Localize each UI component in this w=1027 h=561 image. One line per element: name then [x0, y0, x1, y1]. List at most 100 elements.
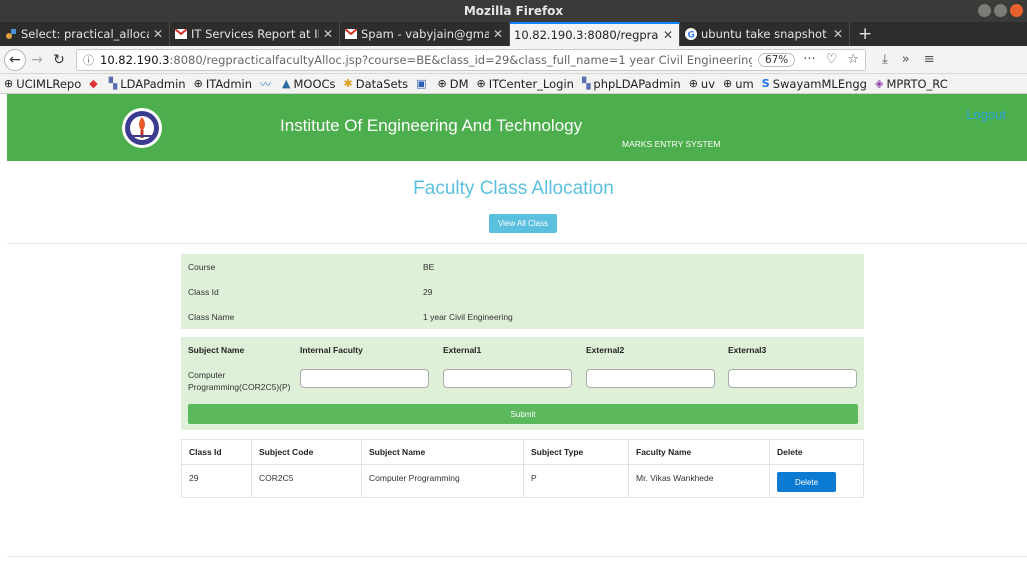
subject-name-cell: Computer Programming(COR2C5)(P) [188, 370, 291, 392]
faculty-allocation-form: Subject Name Internal Faculty External1 … [181, 337, 864, 430]
external3-input[interactable] [728, 369, 857, 388]
bookmark-calendar[interactable]: ▣ [416, 77, 429, 90]
close-tab-icon[interactable]: ✕ [833, 27, 843, 41]
info-row-class-name: Class Name 1 year Civil Engineering [181, 304, 864, 329]
cell-subject-type: P [523, 464, 629, 498]
class-info-panel: Course BE Class Id 29 Class Name 1 year … [181, 254, 864, 329]
bookmark-itcenter-login[interactable]: ⊕ ITCenter_Login [477, 77, 574, 91]
divider [7, 243, 1027, 244]
info-label: Course [188, 262, 216, 272]
close-window-button[interactable] [1010, 4, 1023, 17]
institute-logo [107, 106, 177, 150]
bookmark-swayammlengg[interactable]: S SwayamMLEngg [762, 77, 867, 91]
info-value: BE [423, 262, 435, 272]
cell-delete: Delete [769, 464, 864, 498]
calendar-icon: ▣ [416, 77, 427, 90]
new-tab-button[interactable]: + [850, 22, 880, 46]
delete-button[interactable]: Delete [777, 472, 836, 492]
window-titlebar: Mozilla Firefox [0, 0, 1027, 22]
pocket-icon[interactable]: ♡ [826, 52, 838, 67]
download-icon[interactable]: ⤓ [882, 52, 888, 67]
info-value: 29 [423, 287, 433, 297]
url-host: 10.82.190.3 [100, 52, 170, 67]
forward-icon[interactable]: → [26, 49, 48, 71]
globe-icon: ⊕ [4, 77, 14, 90]
bookmark-mprto-rc[interactable]: ◈ MPRTO_RC [875, 77, 948, 91]
tab-title: Spam - vabyjain@gmail.c [361, 27, 489, 41]
institute-title: Institute Of Engineering And Technology [280, 116, 583, 135]
bookmark-dm[interactable]: ⊕ DM [438, 77, 469, 91]
external2-input[interactable] [586, 369, 715, 388]
bookmark-um[interactable]: ⊕ um [723, 77, 754, 91]
fire-icon: ◆ [89, 77, 98, 90]
overflow-chevron-icon[interactable]: » [902, 52, 910, 67]
diamond-icon: ◈ [874, 77, 884, 90]
header-external2: External2 [586, 345, 625, 355]
bookmark-ldapadmin[interactable]: ▚ LDAPadmin [109, 77, 186, 91]
mooc-icon: ▲ [282, 77, 291, 90]
bookmark-star-icon[interactable]: ☆ [847, 52, 859, 67]
window-title: Mozilla Firefox [463, 4, 564, 18]
bookmark-uv[interactable]: ⊕ uv [689, 77, 715, 91]
bookmark-datasets[interactable]: ✱ DataSets [344, 77, 409, 91]
close-tab-icon[interactable]: ✕ [493, 27, 503, 41]
close-tab-icon[interactable]: ✕ [153, 27, 163, 41]
system-subtitle: MARKS ENTRY SYSTEM [622, 139, 721, 149]
url-text[interactable]: 10.82.190.3:8080/regpracticalfacultyAllo… [100, 53, 752, 67]
tab-ubuntu-snapshot[interactable]: G ubuntu take snapshot - C ✕ [680, 22, 850, 46]
bookmark-itadmin[interactable]: ⊕ ITAdmin [194, 77, 252, 91]
maximize-button[interactable] [994, 4, 1007, 17]
close-tab-icon[interactable]: ✕ [323, 27, 333, 41]
cell-subject-code: COR2C5 [251, 464, 362, 498]
menu-icon[interactable]: ≡ [924, 52, 935, 67]
column-header: Delete [769, 439, 864, 465]
tab-it-services-report[interactable]: IT Services Report at IET ✕ [170, 22, 340, 46]
swayam-icon: S [761, 77, 770, 90]
bookmark-fire[interactable]: ◆ [89, 77, 100, 90]
tab-regpractical-active[interactable]: 10.82.190.3:8080/regpractic ✕ [510, 22, 680, 46]
reload-icon[interactable]: ↻ [48, 49, 70, 71]
bookmark-wave[interactable]: 〰 [260, 76, 274, 92]
info-label: Class Id [188, 287, 219, 297]
globe-icon: ⊕ [193, 77, 203, 90]
allocation-table: Class Id Subject Code Subject Name Subje… [181, 439, 864, 498]
wave-icon: 〰 [260, 77, 272, 91]
zoom-indicator[interactable]: 67% [757, 52, 796, 67]
tab-title: IT Services Report at IET [191, 27, 319, 41]
internal-faculty-input[interactable] [300, 369, 429, 388]
info-label: Class Name [188, 312, 235, 322]
tab-select-practical-allocation[interactable]: Select: practical_allocati ✕ [0, 22, 170, 46]
submit-button[interactable]: Submit [188, 404, 858, 424]
minimize-button[interactable] [978, 4, 991, 17]
bookmark-phpldapadmin[interactable]: ▚ phpLDAPadmin [582, 77, 681, 91]
tab-title: 10.82.190.3:8080/regpractic [514, 28, 659, 42]
tab-strip: Select: practical_allocati ✕ IT Services… [0, 22, 1027, 46]
tab-spam-gmail[interactable]: Spam - vabyjain@gmail.c ✕ [340, 22, 510, 46]
logout-link[interactable]: Logout [966, 107, 1006, 122]
column-header: Subject Code [251, 439, 362, 465]
info-icon[interactable]: ⓘ [83, 52, 94, 68]
cell-subject-name: Computer Programming [361, 464, 524, 498]
bookmarks-bar: ⊕ UCIMLRepo ◆ ▚ LDAPadmin ⊕ ITAdmin 〰 ▲ MOOC… [0, 74, 1027, 94]
table-header-row: Class Id Subject Code Subject Name Subje… [181, 439, 864, 465]
gmail-icon [344, 28, 357, 41]
site-header: Institute Of Engineering And Technology … [7, 94, 1027, 161]
php-icon: ▚ [108, 77, 118, 90]
footer-divider [7, 556, 1027, 557]
info-value: 1 year Civil Engineering [423, 312, 513, 322]
close-tab-icon[interactable]: ✕ [663, 28, 673, 42]
external1-input[interactable] [443, 369, 572, 388]
database-icon [4, 28, 17, 41]
info-row-course: Course BE [181, 254, 864, 279]
info-row-class-id: Class Id 29 [181, 279, 864, 304]
kaggle-icon: ✱ [343, 77, 353, 90]
bookmark-moocs[interactable]: ▲ MOOCs [282, 77, 336, 91]
address-bar[interactable]: ⓘ 10.82.190.3:8080/regpracticalfacultyAl… [76, 48, 866, 71]
gmail-icon [174, 28, 187, 41]
column-header: Subject Name [361, 439, 524, 465]
back-icon[interactable]: ← [4, 48, 26, 71]
url-path: :8080/regpracticalfacultyAlloc.jsp?cours… [169, 52, 752, 67]
page-actions-icon[interactable]: ··· [803, 52, 815, 67]
bookmark-ucimlrepo[interactable]: ⊕ UCIMLRepo [4, 77, 81, 91]
view-all-class-button[interactable]: View All Class [489, 214, 557, 233]
